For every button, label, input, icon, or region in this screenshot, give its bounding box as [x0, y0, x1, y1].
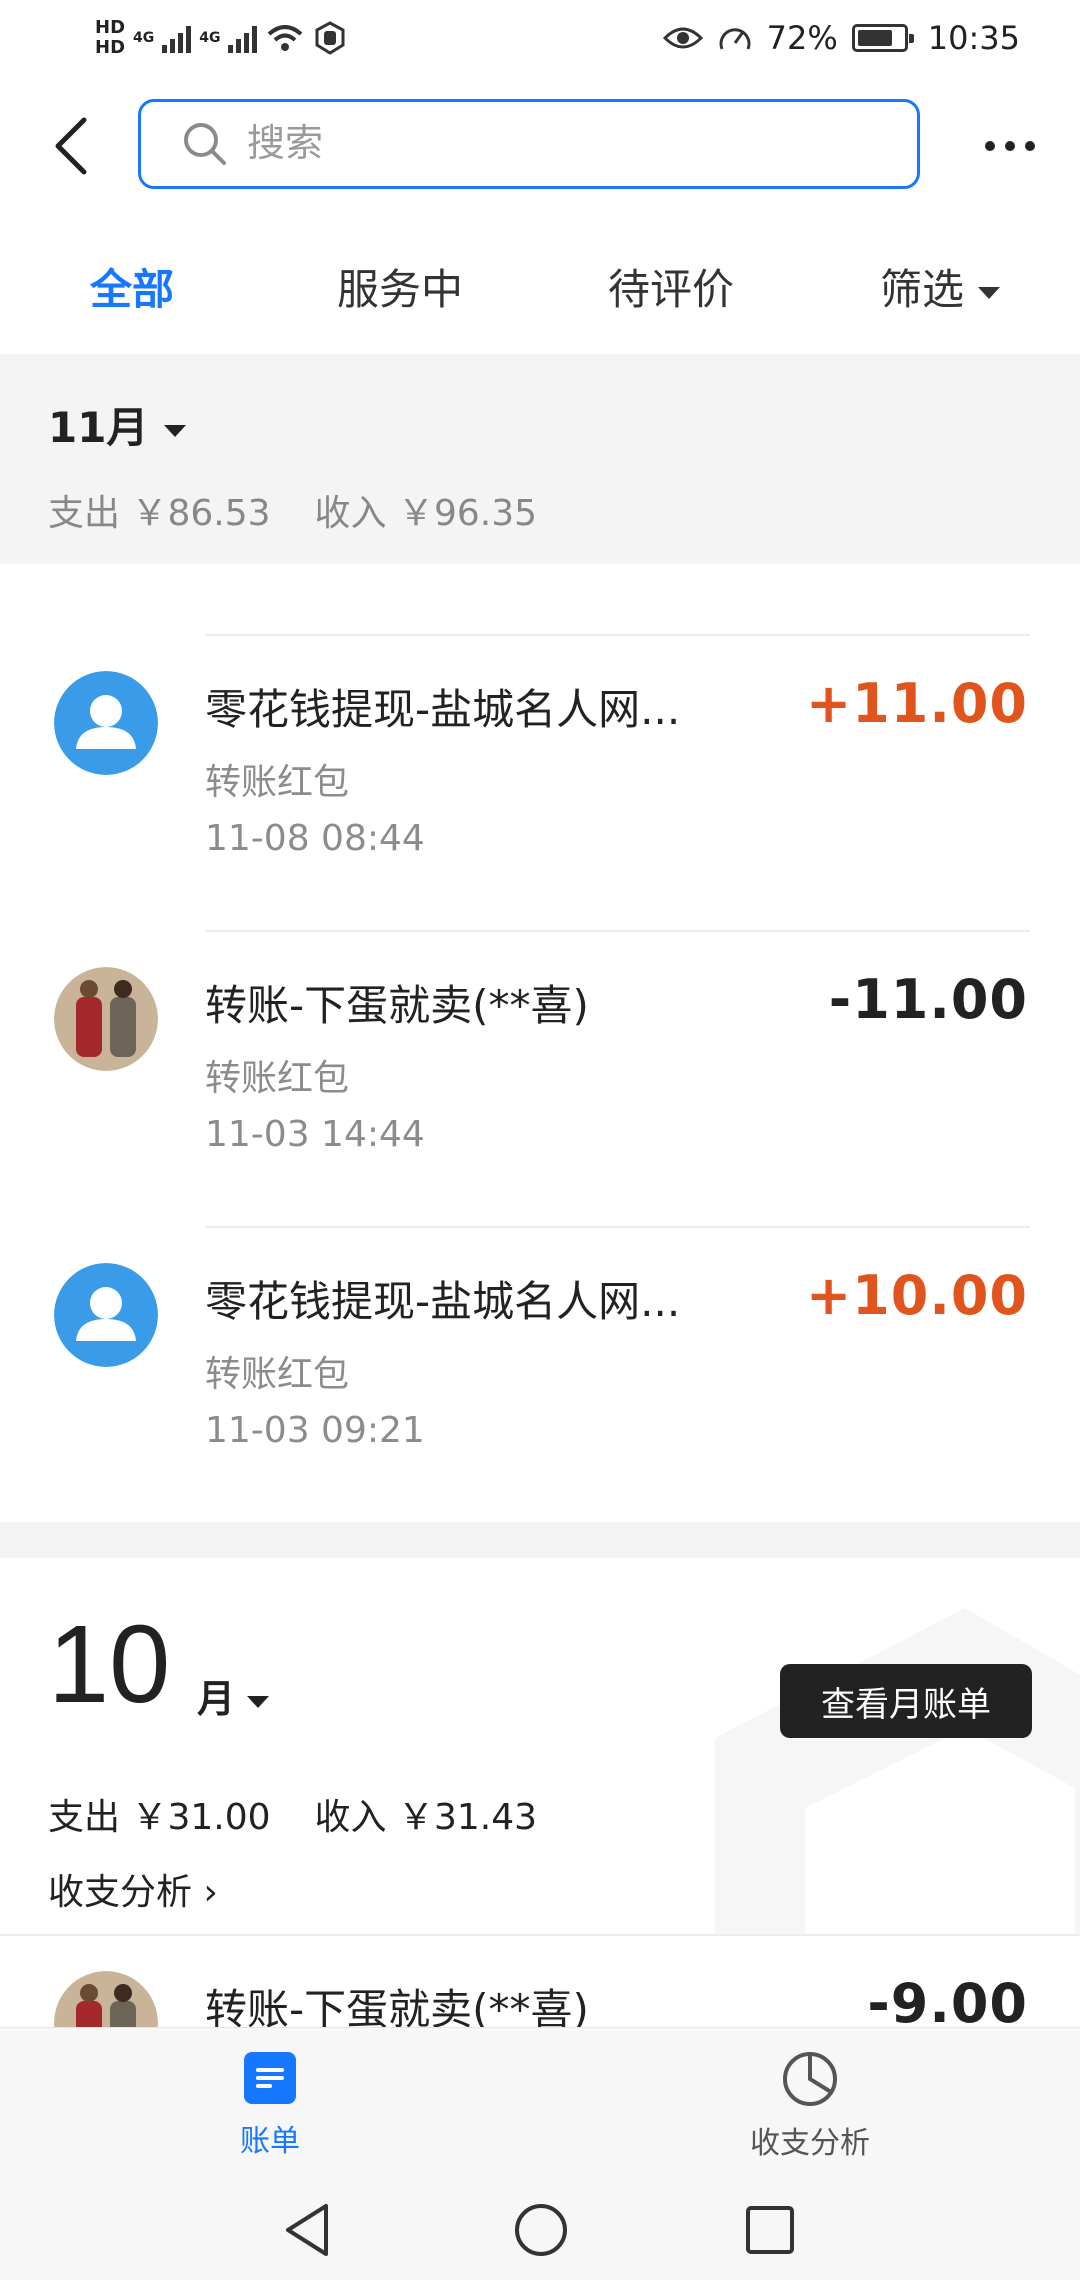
- bottom-tab-analysis[interactable]: 收支分析: [730, 2050, 890, 2162]
- nav-recents-icon[interactable]: [744, 2204, 796, 2256]
- search-input[interactable]: [247, 122, 807, 166]
- top-bar: [0, 76, 1080, 216]
- back-arrow-icon: [55, 117, 87, 175]
- sim-indicators: HD HD: [95, 18, 125, 58]
- entry-type: 转账红包: [205, 1058, 350, 1099]
- entry-time: 11-03 14:44: [205, 1114, 425, 1155]
- eye-icon: [662, 27, 703, 49]
- tab-all-label: 全部: [90, 265, 175, 314]
- tab-filter[interactable]: 筛选: [880, 256, 1001, 317]
- search-icon: [184, 123, 226, 165]
- month-expense: 支出 ￥86.53: [48, 493, 271, 534]
- photo-avatar: [54, 1971, 158, 2027]
- sticky-month-header: 11月 支出 ￥86.53 收入 ￥96.35: [0, 354, 1080, 564]
- more-dot-icon: [985, 141, 995, 151]
- bill-list[interactable]: 11月 支出 ￥86.53 收入 ￥96.35 零花钱提现-盐城名人网... +1…: [0, 354, 1080, 2027]
- october-expense: 支出 ￥31.00: [48, 1797, 271, 1838]
- bottom-tab-bill[interactable]: 账单: [220, 2050, 320, 2160]
- bill-entry[interactable]: 零花钱提现-盐城名人网... +11.00 转账红包 11-08 08:44: [0, 636, 1080, 932]
- clock: 10:35: [927, 19, 1020, 57]
- entry-title: 转账-下蛋就卖(**喜): [205, 981, 589, 1030]
- background-decoration-icon: [715, 1608, 1080, 1934]
- more-dot-icon: [1025, 141, 1035, 151]
- network-type-1: 4G: [133, 30, 155, 46]
- entry-type: 转账红包: [205, 1354, 350, 1395]
- bill-entry[interactable]: 转账-下蛋就卖(**喜) -9.00: [0, 1936, 1080, 2027]
- speedometer-icon: [719, 28, 751, 50]
- month-summary: 支出 ￥86.53 收入 ￥96.35: [48, 484, 581, 536]
- bottom-tab-bill-label: 账单: [240, 2124, 300, 2159]
- bottom-tab-analysis-label: 收支分析: [750, 2126, 870, 2161]
- month-selector[interactable]: 11月: [48, 394, 187, 455]
- tab-in-service[interactable]: 服务中: [337, 256, 463, 317]
- battery-percent: 72%: [766, 19, 838, 57]
- hand-icon: [315, 21, 345, 55]
- tab-to-review[interactable]: 待评价: [608, 256, 734, 317]
- filter-tabs: 全部 服务中 待评价 筛选: [0, 216, 1080, 354]
- entry-type: 转账红包: [205, 762, 350, 803]
- section-gap: [0, 1522, 1080, 1558]
- network-type-2: 4G: [199, 30, 221, 46]
- month-label: 11月: [48, 403, 149, 452]
- wifi-icon: [268, 25, 303, 51]
- default-avatar-icon: [54, 671, 158, 775]
- october-income: 收入 ￥31.43: [314, 1797, 538, 1838]
- nav-back-icon[interactable]: [282, 2202, 332, 2258]
- photo-avatar: [54, 967, 158, 1071]
- hd-badge-2: HD: [95, 37, 126, 58]
- bill-entry[interactable]: 零花钱提现-盐城名人网... +10.00 转账红包 11-03 09:21: [0, 1228, 1080, 1524]
- entry-title: 零花钱提现-盐城名人网...: [205, 1277, 681, 1326]
- entry-time: 11-08 08:44: [205, 818, 425, 859]
- signal-icon-2: [228, 23, 258, 53]
- battery-icon: [851, 24, 914, 52]
- entry-amount: +11.00: [805, 672, 1028, 735]
- entry-amount: +10.00: [805, 1264, 1028, 1327]
- october-totals: 支出 ￥31.00 收入 ￥31.43: [48, 1788, 581, 1840]
- bottom-tab-bar: 账单 收支分析: [0, 2027, 1080, 2180]
- october-summary: 10 月 查看月账单 支出 ￥31.00 收入 ￥31.43 收支分析 ›: [0, 1558, 1080, 1934]
- search-box[interactable]: [138, 99, 920, 189]
- system-navigation-bar: [0, 2180, 1080, 2280]
- bill-entry[interactable]: 转账-下蛋就卖(**喜) -11.00 转账红包 11-03 14:44: [0, 932, 1080, 1228]
- entry-title: 转账-下蛋就卖(**喜): [205, 1985, 589, 2027]
- month-unit: 月: [197, 1677, 236, 1721]
- tab-filter-label: 筛选: [880, 265, 965, 314]
- back-button[interactable]: [48, 110, 108, 182]
- entry-time: 11-03 09:21: [205, 1410, 425, 1451]
- nav-home-icon[interactable]: [513, 2202, 569, 2258]
- more-options-button[interactable]: [970, 116, 1050, 176]
- default-avatar-icon: [54, 1263, 158, 1367]
- income-expense-analysis-link[interactable]: 收支分析 ›: [48, 1863, 218, 1915]
- month-number: 10: [48, 1603, 171, 1726]
- entry-amount: -11.00: [828, 968, 1028, 1031]
- tab-to-review-label: 待评价: [608, 265, 735, 314]
- pie-chart-icon: [783, 2052, 837, 2106]
- bill-icon: [244, 2052, 296, 2104]
- month-income: 收入 ￥96.35: [314, 493, 538, 534]
- status-bar: HD HD 4G 4G 72% 10:35: [0, 0, 1080, 76]
- tab-all[interactable]: 全部: [90, 256, 174, 317]
- entry-title: 零花钱提现-盐城名人网...: [205, 685, 681, 734]
- hd-badge-1: HD: [95, 17, 126, 38]
- dropdown-caret-icon: [247, 1695, 270, 1708]
- entry-amount: -9.00: [867, 1972, 1028, 2027]
- more-dot-icon: [1005, 141, 1015, 151]
- signal-icon-1: [162, 23, 192, 53]
- view-month-bill-button[interactable]: 查看月账单: [780, 1664, 1032, 1738]
- month-selector[interactable]: 月: [197, 1668, 270, 1723]
- tab-in-service-label: 服务中: [337, 265, 464, 314]
- dropdown-caret-icon: [978, 286, 1001, 299]
- dropdown-caret-icon: [164, 424, 187, 437]
